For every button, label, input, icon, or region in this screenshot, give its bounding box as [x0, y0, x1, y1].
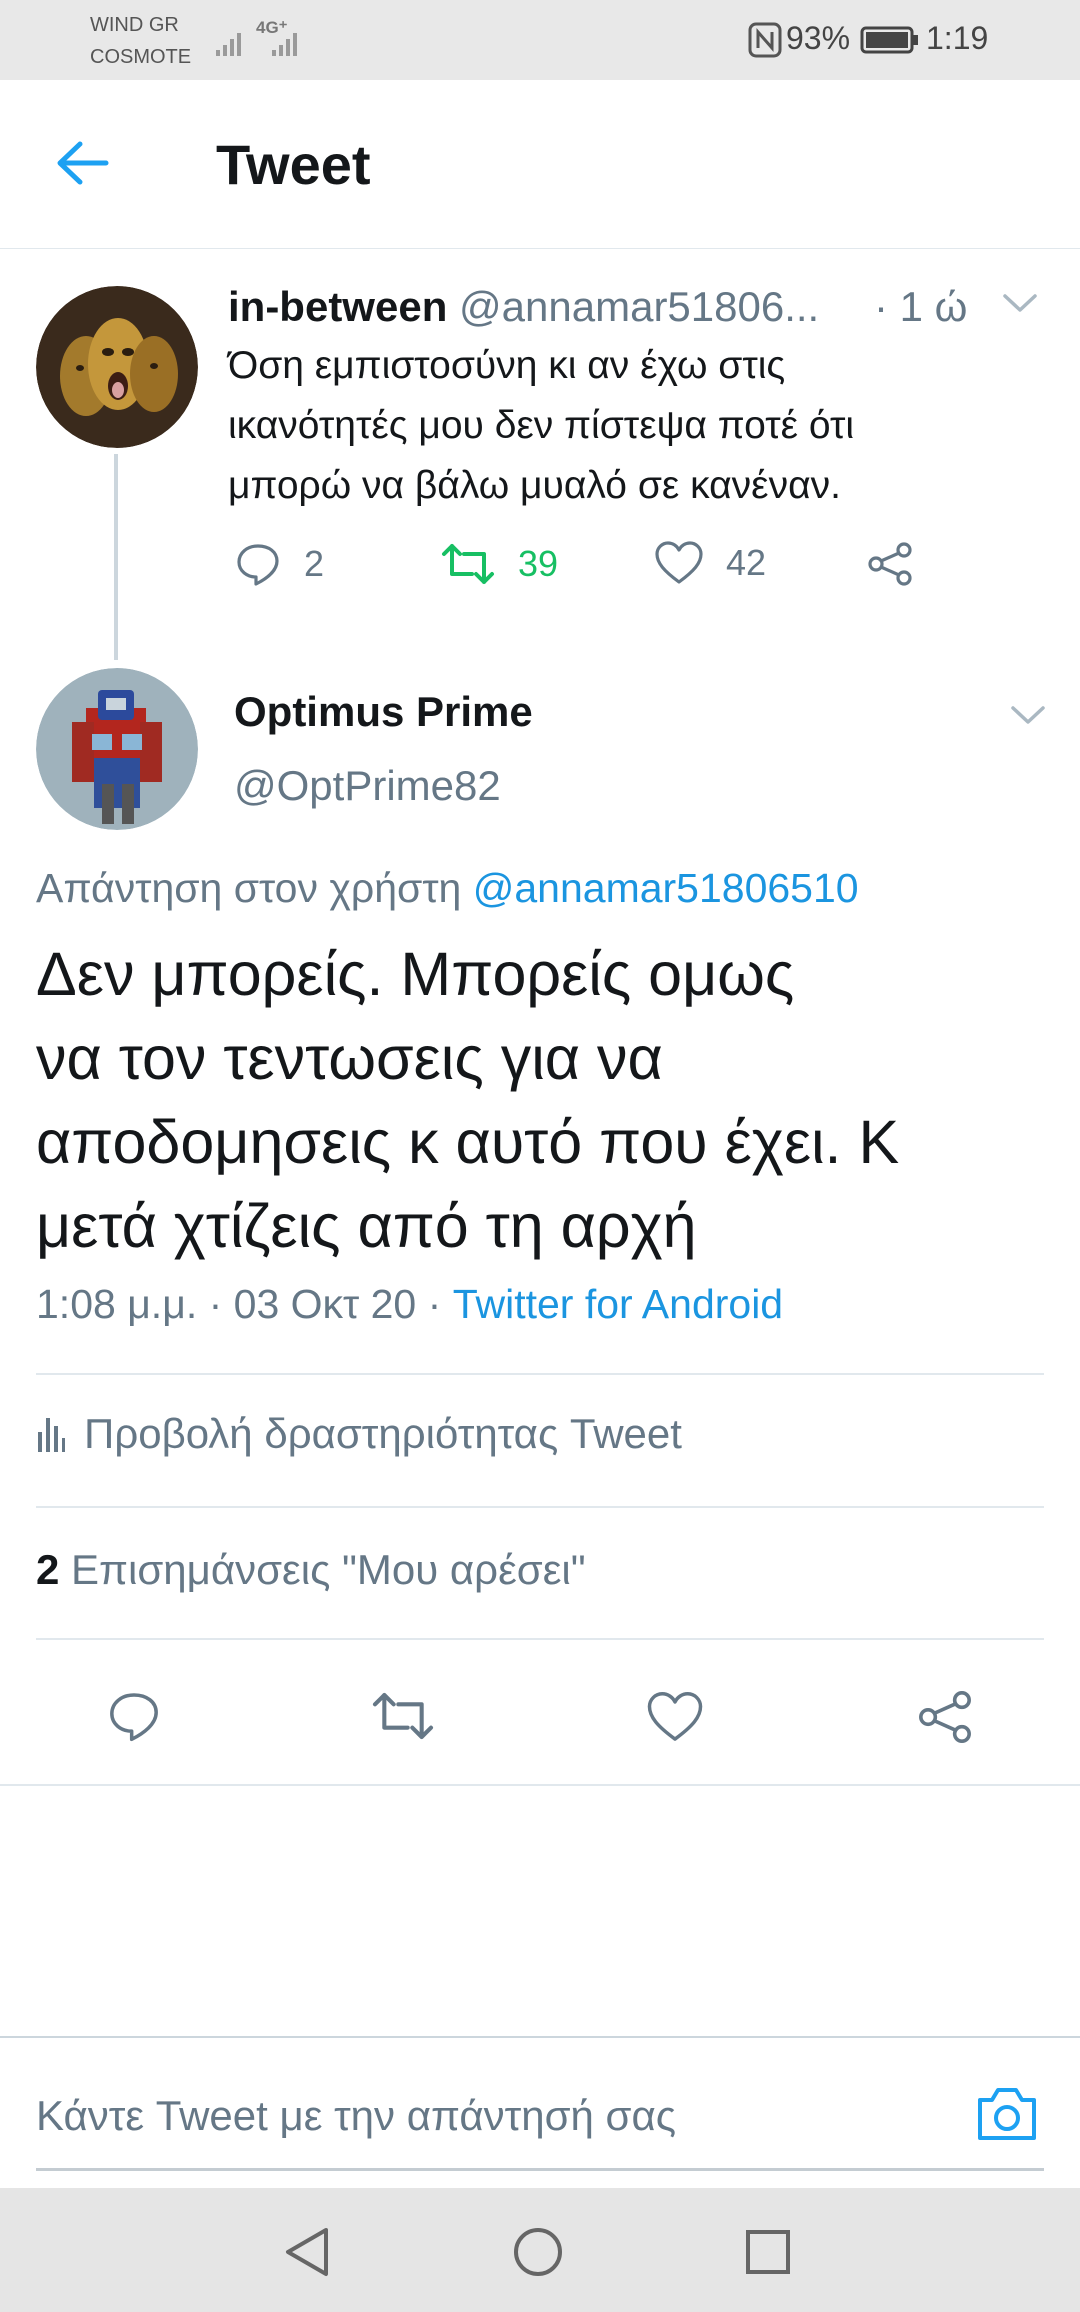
- status-bar: WIND GR COSMOTE 4G⁺ 93% 1:19: [0, 0, 1080, 80]
- nav-recents-icon[interactable]: [744, 2228, 792, 2276]
- nav-home-icon[interactable]: [512, 2226, 564, 2278]
- author-handle[interactable]: @OptPrime82: [234, 758, 501, 814]
- parent-tweet[interactable]: in-between @annamar51806... · 1 ώ Όση εμ…: [0, 250, 1080, 660]
- tweet-text: Δεν μπορείς. Μπορείς ομως να τον τεντωσε…: [36, 932, 1046, 1268]
- heart-icon: [647, 1692, 703, 1741]
- retweet-button[interactable]: [370, 1688, 436, 1744]
- divider: [36, 1638, 1044, 1640]
- reply-button[interactable]: [106, 1688, 162, 1744]
- tweet-text-line: μπορώ να βάλω μυαλό σε κανέναν.: [228, 464, 841, 507]
- clock: 1:19: [926, 20, 989, 56]
- composer-underline: [36, 2168, 1044, 2171]
- main-tweet: Optimus Prime @OptPrime82 Απάντηση στον …: [0, 660, 1080, 1790]
- page-title: Tweet: [216, 133, 371, 196]
- heart-icon: [655, 541, 703, 584]
- nav-back-icon[interactable]: [282, 2226, 332, 2278]
- divider: [0, 1784, 1080, 1786]
- reply-button[interactable]: 2: [234, 540, 324, 588]
- source-link[interactable]: Twitter for Android: [453, 1281, 783, 1327]
- like-count: 42: [726, 542, 767, 583]
- system-nav-bar: [0, 2188, 1080, 2312]
- author-name[interactable]: Optimus Prime: [234, 684, 533, 740]
- likes-count: 2: [36, 1546, 60, 1593]
- tweet-text-line: αποδομησεις κ αυτό που έχει. Κ: [36, 1108, 900, 1176]
- like-button[interactable]: 42: [654, 540, 766, 586]
- likes-label: Επισημάνσεις "Μου αρέσει": [71, 1546, 586, 1593]
- nfc-icon: [748, 22, 782, 58]
- avatar-optimus-prime[interactable]: [36, 668, 198, 830]
- share-icon: [868, 542, 912, 586]
- author-name[interactable]: in-between: [228, 283, 447, 330]
- composer-top-border: [0, 2036, 1080, 2038]
- carrier-2: COSMOTE: [90, 46, 192, 68]
- tweet-text-line: μετά χτίζεις από τη αρχή: [36, 1192, 697, 1260]
- chevron-down-icon[interactable]: [1002, 292, 1038, 314]
- reply-prefix: Απάντηση στον χρήστη: [36, 865, 462, 911]
- tweet-text-line: Όση εμπιστοσύνη κι αν έχω στις: [228, 344, 786, 387]
- reply-to-link[interactable]: @annamar51806510: [473, 865, 859, 911]
- reply-context: Απάντηση στον χρήστη @annamar51806510: [36, 860, 859, 916]
- retweet-icon: [442, 544, 494, 584]
- share-button[interactable]: [916, 1688, 974, 1746]
- reply-icon: [237, 544, 279, 586]
- battery-icon: [860, 24, 920, 56]
- network-type: 4G⁺: [256, 18, 288, 37]
- back-arrow-icon[interactable]: [54, 138, 110, 188]
- divider: [36, 1506, 1044, 1508]
- view-activity-button[interactable]: Προβολή δραστηριότητας Tweet: [36, 1410, 682, 1458]
- share-button[interactable]: [866, 540, 914, 588]
- tweet-text-line: να τον τεντωσεις για να: [36, 1024, 663, 1092]
- analytics-icon: [38, 1418, 65, 1452]
- reply-count: 2: [304, 543, 325, 584]
- chevron-down-icon[interactable]: [1010, 704, 1046, 726]
- retweet-count: 39: [518, 543, 559, 584]
- battery-percent: 93%: [786, 20, 851, 56]
- tweet-text-line: ικανότητές μου δεν πίστεψα ποτέ ότι: [228, 404, 855, 447]
- tweet-age: · 1 ώ: [874, 283, 968, 330]
- retweet-icon: [372, 1692, 434, 1740]
- like-button[interactable]: [646, 1690, 704, 1744]
- tweet-text-line: Δεν μπορείς. Μπορείς ομως: [36, 940, 795, 1008]
- thread-connector: [114, 454, 118, 660]
- app-header: Tweet: [0, 80, 1080, 249]
- camera-icon[interactable]: [974, 2084, 1040, 2144]
- reply-icon: [110, 1693, 158, 1742]
- share-icon: [919, 1691, 971, 1743]
- timestamp: 1:08 μ.μ. · 03 Οκτ 20 ·: [36, 1281, 442, 1327]
- carrier-1: WIND GR: [90, 14, 179, 36]
- author-handle[interactable]: @annamar51806...: [459, 283, 819, 330]
- tweet-meta: 1:08 μ.μ. · 03 Οκτ 20 · Twitter for Andr…: [36, 1276, 783, 1332]
- view-activity-label: Προβολή δραστηριότητας Tweet: [84, 1410, 682, 1457]
- tweet-text: Όση εμπιστοσύνη κι αν έχω στις ικανότητέ…: [228, 336, 1048, 516]
- likes-summary[interactable]: 2 Επισημάνσεις "Μου αρέσει": [36, 1542, 586, 1598]
- retweet-button[interactable]: 39: [440, 540, 558, 588]
- reply-composer-input[interactable]: Κάντε Tweet με την απάντησή σας: [36, 2088, 676, 2144]
- divider: [36, 1373, 1044, 1375]
- avatar-in-between[interactable]: [36, 286, 198, 448]
